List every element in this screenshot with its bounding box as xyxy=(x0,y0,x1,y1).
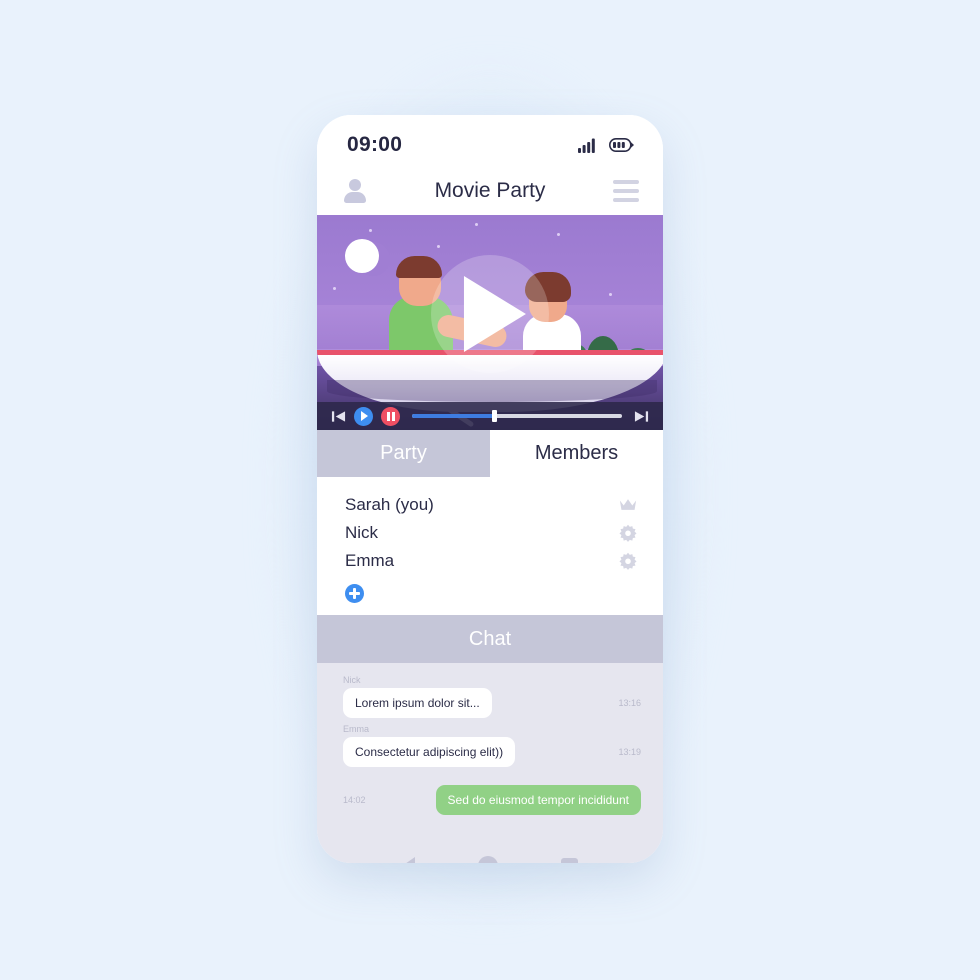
message-bubble: Consectetur adipiscing elit)) xyxy=(343,737,516,767)
member-name: Sarah (you) xyxy=(345,495,434,514)
phone-frame: 09:00 Movie Party Party Members Sarah (y… xyxy=(317,115,663,863)
crescent-moon-icon xyxy=(345,239,379,273)
chat-message-outgoing[interactable]: 14:02 Sed do eiusmod tempor incididunt xyxy=(343,785,641,815)
tab-bar: Party Members xyxy=(317,430,663,477)
member-row[interactable]: Sarah (you) xyxy=(345,491,637,519)
progress-slider[interactable] xyxy=(412,410,622,422)
status-bar: 09:00 xyxy=(317,115,663,167)
member-row[interactable]: Nick xyxy=(345,519,637,547)
video-player[interactable] xyxy=(317,215,663,430)
battery-icon xyxy=(609,138,634,152)
message-bubble: Lorem ipsum dolor sit... xyxy=(343,688,492,718)
android-nav-bar xyxy=(317,835,663,863)
pause-icon[interactable] xyxy=(381,406,400,426)
star xyxy=(369,229,372,232)
next-track-icon[interactable] xyxy=(634,409,649,424)
app-header: Movie Party xyxy=(317,167,663,215)
status-clock: 09:00 xyxy=(347,133,403,156)
home-nav-icon[interactable] xyxy=(477,856,498,863)
message-author: Nick xyxy=(343,675,361,685)
gear-icon[interactable] xyxy=(619,552,637,570)
message-bubble: Sed do eiusmod tempor incididunt xyxy=(435,785,641,815)
tab-party[interactable]: Party xyxy=(317,430,490,477)
gear-icon[interactable] xyxy=(619,524,637,542)
signal-bars-icon xyxy=(578,138,595,153)
play-icon[interactable] xyxy=(354,406,373,426)
chat-message-incoming[interactable]: Consectetur adipiscing elit)) 13:19 xyxy=(343,737,641,767)
member-row[interactable]: Emma xyxy=(345,547,637,575)
tab-members[interactable]: Members xyxy=(490,430,663,477)
star xyxy=(475,223,478,226)
hamburger-menu-icon[interactable] xyxy=(613,180,639,202)
user-avatar-icon[interactable] xyxy=(343,178,367,204)
recents-nav-icon[interactable] xyxy=(560,857,578,863)
chat-body: Nick Lorem ipsum dolor sit... 13:16 Emma… xyxy=(317,663,663,835)
chat-message-incoming[interactable]: Lorem ipsum dolor sit... 13:16 xyxy=(343,688,641,718)
player-controls xyxy=(317,402,663,430)
message-time: 14:02 xyxy=(343,795,366,805)
message-time: 13:16 xyxy=(618,698,641,708)
member-name: Emma xyxy=(345,551,395,570)
message-time: 13:19 xyxy=(618,747,641,757)
status-icon-group xyxy=(578,138,635,153)
members-panel: Sarah (you) Nick Emma xyxy=(317,477,663,615)
play-overlay-icon[interactable] xyxy=(463,275,526,352)
star xyxy=(437,245,440,248)
add-member-icon[interactable] xyxy=(345,584,364,603)
man-hair xyxy=(396,256,442,278)
member-name: Nick xyxy=(345,523,379,542)
message-author: Emma xyxy=(343,724,370,734)
back-nav-icon[interactable] xyxy=(402,857,416,863)
progress-filled xyxy=(412,414,494,418)
progress-thumb[interactable] xyxy=(491,410,497,422)
star xyxy=(609,293,612,296)
chat-header: Chat xyxy=(317,615,663,663)
star xyxy=(557,233,560,236)
prev-track-icon[interactable] xyxy=(331,409,346,424)
page-title: Movie Party xyxy=(434,179,546,202)
crown-icon[interactable] xyxy=(619,496,637,514)
star xyxy=(333,287,336,290)
screenshot-canvas: 09:00 Movie Party Party Members Sarah (y… xyxy=(0,0,980,980)
